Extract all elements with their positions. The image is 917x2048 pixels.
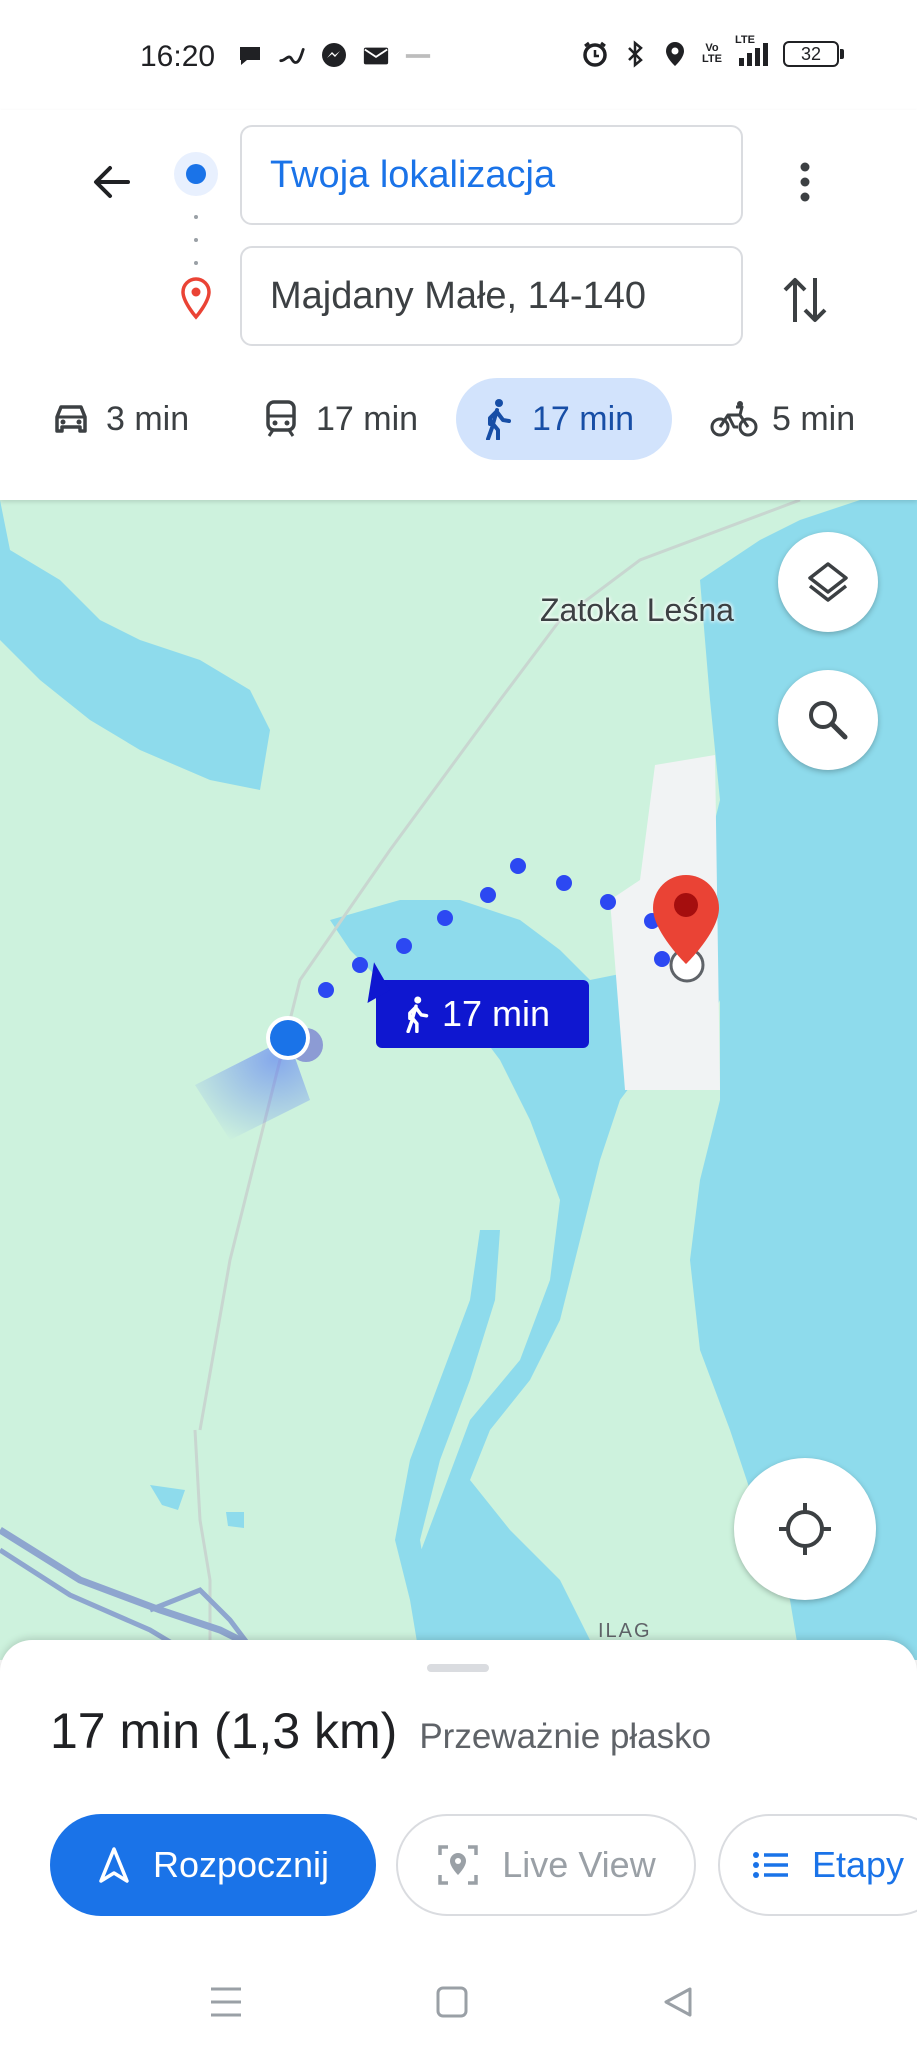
search-icon [809, 701, 848, 740]
route-actions: Rozpocznij Live View Etapy [50, 1814, 917, 1918]
swirl-icon [278, 42, 306, 70]
square-icon [436, 1986, 468, 2018]
recents-button[interactable] [196, 1972, 256, 2032]
travel-modes: 3 min 17 min 17 min 5 min [0, 378, 917, 464]
alarm-icon [581, 40, 609, 68]
search-along-route-button[interactable] [778, 670, 878, 770]
mode-cycling[interactable]: 5 min [690, 378, 875, 460]
pond-2 [226, 1512, 244, 1528]
route-summary: 17 min (1,3 km) Przeważnie płasko [50, 1702, 711, 1760]
directions-panel: Twoja lokalizacja Majdany Małe, 14-140 3… [0, 110, 917, 500]
origin-dot-icon [174, 152, 218, 196]
destination-field[interactable]: Majdany Małe, 14-140 [240, 246, 743, 346]
system-back-button[interactable] [648, 1972, 708, 2032]
my-location-button[interactable] [734, 1458, 876, 1600]
lake-northwest [0, 500, 270, 790]
mode-walking-label: 17 min [532, 399, 635, 438]
messenger-icon [320, 42, 348, 70]
more-vert-icon [800, 162, 810, 202]
mode-transit[interactable]: 17 min [240, 378, 438, 460]
lte-label: LTE [735, 34, 755, 46]
home-button[interactable] [422, 1972, 482, 2032]
status-time: 16:20 [140, 40, 216, 73]
swap-button[interactable] [775, 265, 835, 335]
steps-button[interactable]: Etapy [718, 1814, 917, 1916]
live-view-icon [438, 1845, 479, 1885]
route-terrain: Przeważnie płasko [419, 1717, 712, 1756]
chat-bubble-icon [236, 42, 264, 70]
mode-driving[interactable]: 3 min [30, 378, 209, 460]
mode-cycling-label: 5 min [772, 399, 856, 438]
menu-lines-icon [211, 1987, 241, 2017]
more-options-button[interactable] [780, 150, 830, 214]
mode-walking[interactable]: 17 min [456, 378, 672, 460]
live-view-button[interactable]: Live View [396, 1814, 696, 1916]
bluetooth-icon [621, 40, 649, 68]
place-label-zatoka: Zatoka Leśna [540, 592, 734, 628]
system-icons: Vo LTE LTE 32 [581, 34, 844, 68]
pond-1 [150, 1485, 185, 1510]
bike-icon [710, 398, 758, 440]
walk-icon [476, 398, 518, 440]
car-icon [50, 398, 92, 440]
map-view[interactable]: Zatoka Leśna ILAG 17 min [0, 500, 917, 1660]
route-time-label: 17 min [442, 993, 551, 1034]
location-icon [661, 40, 689, 68]
list-icon [753, 1852, 788, 1878]
notification-icons [236, 42, 432, 70]
layers-button[interactable] [778, 532, 878, 632]
origin-field[interactable]: Twoja lokalizacja [240, 125, 743, 225]
lte-signal-icon: LTE [735, 34, 771, 68]
layers-icon [808, 562, 848, 602]
route-summary-sheet[interactable]: 17 min (1,3 km) Przeważnie płasko Rozpoc… [0, 1640, 917, 2048]
back-button[interactable] [80, 150, 144, 214]
small-app-icon [404, 42, 432, 70]
mode-transit-label: 17 min [316, 399, 419, 438]
back-arrow-icon [94, 166, 130, 198]
start-navigation-label: Rozpocznij [152, 1844, 330, 1885]
volte-icon: Vo LTE [702, 42, 722, 65]
start-navigation-button[interactable]: Rozpocznij [50, 1814, 376, 1916]
navigation-arrow-icon [99, 1847, 129, 1883]
swap-vertical-icon [783, 278, 827, 322]
crosshair-icon [779, 1503, 831, 1555]
route-connector [193, 215, 199, 265]
system-navigation-bar [0, 1958, 917, 2048]
mail-icon [362, 42, 390, 70]
live-view-label: Live View [502, 1844, 656, 1885]
route-time-bubble[interactable]: 17 min [376, 980, 589, 1048]
walk-icon [406, 996, 429, 1033]
battery-indicator: 32 [783, 41, 844, 67]
route-duration: 17 min (1,3 km) [50, 1703, 398, 1759]
mode-driving-label: 3 min [106, 399, 190, 438]
train-icon [260, 398, 302, 440]
destination-pin-icon [181, 277, 211, 320]
steps-label: Etapy [812, 1844, 905, 1885]
drag-handle[interactable] [427, 1664, 489, 1672]
status-bar: 16:20 Vo LTE LTE 32 [0, 0, 917, 110]
triangle-back-icon [664, 1987, 692, 2017]
